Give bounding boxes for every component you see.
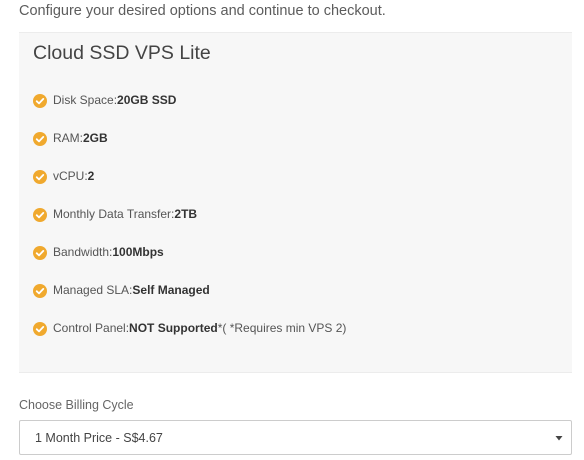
- check-circle-icon: [33, 132, 47, 146]
- feature-managed-sla: Managed SLA: Self Managed: [33, 283, 346, 321]
- billing-cycle-label: Choose Billing Cycle: [19, 398, 134, 412]
- feature-value: 2TB: [174, 207, 198, 221]
- check-circle-icon: [33, 284, 47, 298]
- feature-control-panel: Control Panel: NOT Supported *( *Require…: [33, 321, 346, 359]
- check-circle-icon: [33, 322, 47, 336]
- feature-disk-space: Disk Space: 20GB SSD: [33, 93, 346, 131]
- billing-cycle-select[interactable]: 1 Month Price - S$4.67: [19, 420, 572, 455]
- feature-value: Self Managed: [132, 283, 210, 297]
- feature-label: Managed SLA:: [53, 283, 133, 297]
- feature-suffix: *( *Requires min VPS 2): [217, 321, 347, 335]
- feature-value: 100Mbps: [112, 245, 164, 259]
- feature-label: Bandwidth:: [53, 245, 113, 259]
- feature-label: RAM:: [53, 131, 83, 145]
- feature-value: NOT Supported: [129, 321, 218, 335]
- feature-label: Disk Space:: [53, 93, 118, 107]
- feature-ram: RAM: 2GB: [33, 131, 346, 169]
- product-details-panel: Cloud SSD VPS Lite Disk Space: 20GB SSD …: [19, 32, 572, 373]
- intro-text: Configure your desired options and conti…: [19, 3, 386, 19]
- feature-label: vCPU:: [53, 169, 88, 183]
- feature-label: Monthly Data Transfer:: [53, 207, 175, 221]
- feature-label: Control Panel:: [53, 321, 130, 335]
- chevron-down-icon: [555, 434, 563, 442]
- check-circle-icon: [33, 246, 47, 260]
- feature-value: 20GB SSD: [117, 93, 177, 107]
- feature-value: 2GB: [83, 131, 108, 145]
- feature-monthly-data-transfer: Monthly Data Transfer: 2TB: [33, 207, 346, 245]
- feature-list: Disk Space: 20GB SSD RAM: 2GB vCPU: 2 Mo…: [33, 93, 346, 359]
- feature-value: 2: [87, 169, 95, 183]
- feature-vcpu: vCPU: 2: [33, 169, 346, 207]
- check-circle-icon: [33, 94, 47, 108]
- product-title: Cloud SSD VPS Lite: [33, 42, 211, 64]
- check-circle-icon: [33, 170, 47, 184]
- feature-bandwidth: Bandwidth: 100Mbps: [33, 245, 346, 283]
- billing-cycle-selected-value: 1 Month Price - S$4.67: [35, 431, 163, 445]
- check-circle-icon: [33, 208, 47, 222]
